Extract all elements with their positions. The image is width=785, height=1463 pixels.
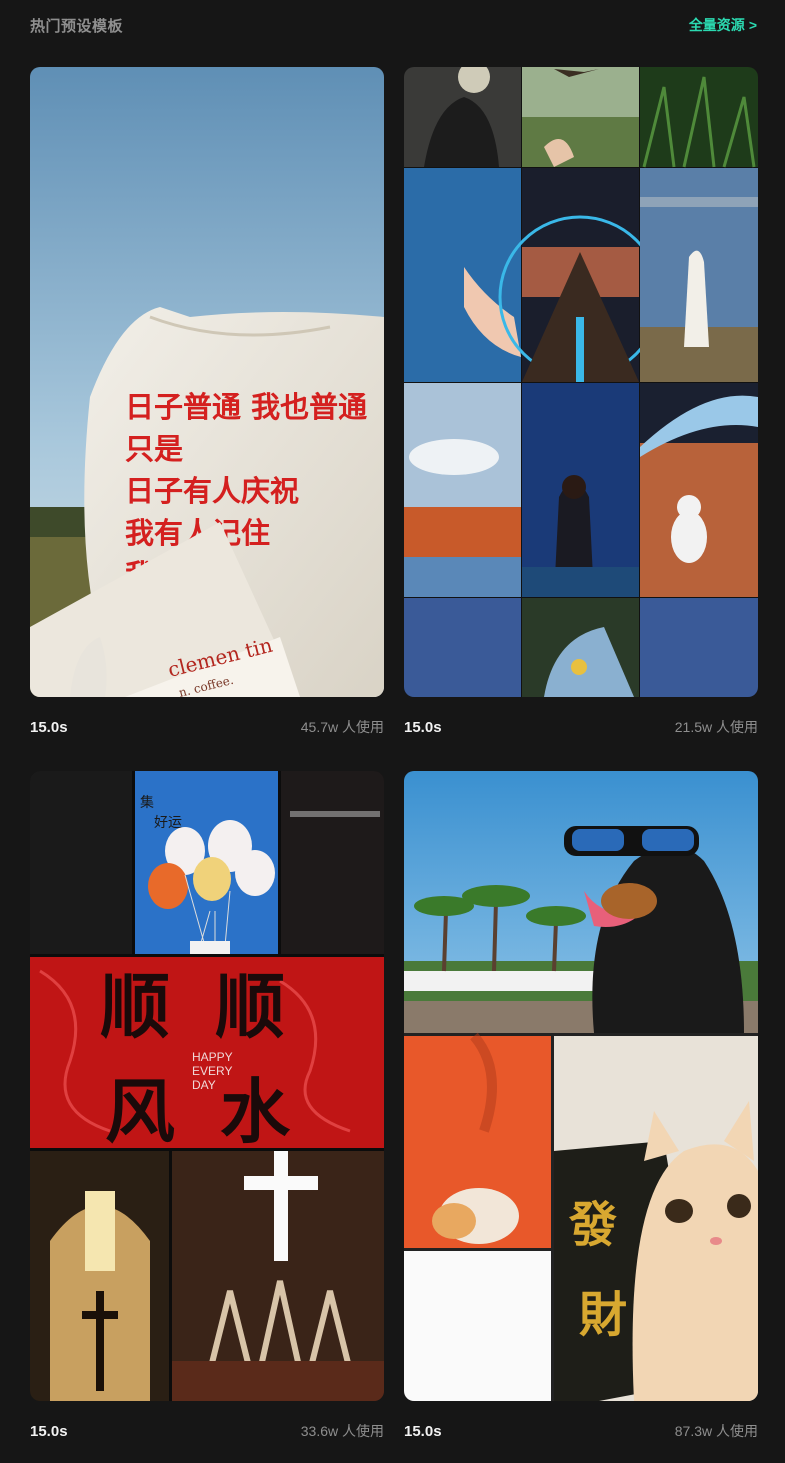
template-duration: 15.0s — [30, 1422, 68, 1440]
poster-char-2: 顺 — [215, 965, 285, 1048]
template-thumbnail[interactable]: 日子普通 我也普通 只是 日子有人庆祝 我有人记住 我特别 clemen tin… — [30, 67, 384, 697]
poster-text-3: DAY — [192, 1078, 216, 1092]
thumbnail-image: 日子普通 我也普通 只是 日子有人庆祝 我有人记住 我特别 clemen tin… — [30, 67, 384, 697]
poster-text-2: EVERY — [192, 1064, 232, 1078]
template-usage-count: 33.6w 人使用 — [300, 1423, 384, 1439]
template-usage-count: 87.3w 人使用 — [674, 1423, 758, 1439]
section-title: 热门预设模板 — [30, 17, 124, 35]
template-meta: 15.0s 21.5w 人使用 — [404, 717, 758, 737]
all-resources-link[interactable]: 全量资源 > — [689, 15, 757, 35]
overlay-line-2: 只是 — [125, 432, 183, 466]
template-duration: 15.0s — [404, 1422, 442, 1440]
template-usage-count: 21.5w 人使用 — [674, 719, 758, 735]
template-meta: 15.0s 87.3w 人使用 — [404, 1421, 758, 1441]
template-meta: 15.0s 45.7w 人使用 — [30, 717, 384, 737]
template-thumbnail[interactable]: 發 財 — [404, 771, 758, 1401]
template-duration: 15.0s — [404, 718, 442, 736]
thumbnail-image: 集 好运 顺 顺 风 水 HAPPY EVERY DAY — [30, 771, 384, 1401]
template-thumbnail[interactable] — [404, 67, 758, 697]
poster-text-1: HAPPY — [192, 1050, 233, 1064]
chevron-right-icon: > — [748, 17, 757, 33]
section-header: 热门预设模板 全量资源 > — [30, 10, 757, 40]
template-meta: 15.0s 33.6w 人使用 — [30, 1421, 384, 1441]
poster-char-1: 顺 — [100, 965, 170, 1048]
charm-char-1: 發 — [568, 1197, 617, 1253]
template-usage-count: 45.7w 人使用 — [300, 719, 384, 735]
poster-char-3: 风 — [105, 1070, 175, 1153]
thumbnail-image: 發 財 — [404, 771, 758, 1401]
charm-char-2: 財 — [579, 1287, 627, 1343]
balloon-caption-2: 好运 — [154, 815, 182, 831]
poster-char-4: 水 — [220, 1070, 291, 1153]
thumbnail-image — [404, 67, 758, 697]
overlay-line-1: 日子普通 我也普通 — [125, 390, 367, 424]
template-duration: 15.0s — [30, 718, 68, 736]
balloon-caption-1: 集 — [140, 794, 154, 811]
all-resources-label: 全量资源 — [688, 17, 745, 33]
overlay-line-3: 日子有人庆祝 — [125, 474, 299, 508]
template-thumbnail[interactable]: 集 好运 顺 顺 风 水 HAPPY EVERY DAY — [30, 771, 384, 1401]
